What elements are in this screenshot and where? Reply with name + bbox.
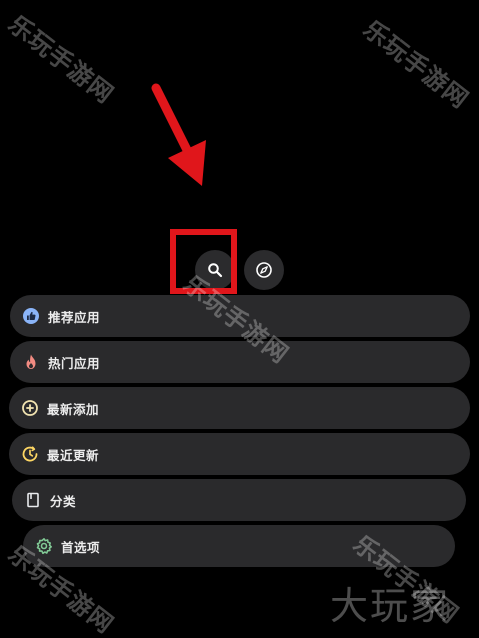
- book-icon: [24, 491, 42, 509]
- watermark-text: 乐玩手游网: [3, 9, 119, 109]
- menu-item-label: 最近更新: [47, 447, 100, 463]
- menu-item-label: 推荐应用: [48, 309, 101, 325]
- app-screen: 推荐应用 热门应用 最新添加 最近更新 分类 首选项 乐玩手游网 乐玩手游网 乐…: [0, 0, 479, 638]
- plus-circle-icon: [21, 399, 39, 417]
- menu-item-new[interactable]: 最新添加: [9, 387, 470, 429]
- update-clock-icon: [21, 445, 39, 463]
- watermark-text: 乐玩手游网: [358, 14, 474, 114]
- gear-icon: [35, 537, 53, 555]
- menu-item-label: 最新添加: [47, 401, 100, 417]
- annotation-highlight-box: [170, 229, 237, 294]
- explore-button[interactable]: [244, 250, 284, 290]
- menu-item-popular[interactable]: 热门应用: [10, 341, 470, 383]
- menu-item-recommended[interactable]: 推荐应用: [10, 295, 470, 337]
- annotation-arrow: [151, 83, 206, 186]
- menu-item-label: 首选项: [61, 539, 101, 555]
- flame-icon: [22, 353, 40, 371]
- brand-watermark: 大玩家: [330, 584, 451, 628]
- compass-icon: [256, 262, 272, 278]
- menu-item-updated[interactable]: 最近更新: [9, 433, 470, 475]
- thumbs-up-icon: [22, 307, 40, 325]
- menu-item-preferences[interactable]: 首选项: [23, 525, 455, 567]
- menu-item-categories[interactable]: 分类: [12, 479, 466, 521]
- menu-item-label: 热门应用: [48, 355, 101, 371]
- menu-item-label: 分类: [50, 493, 77, 509]
